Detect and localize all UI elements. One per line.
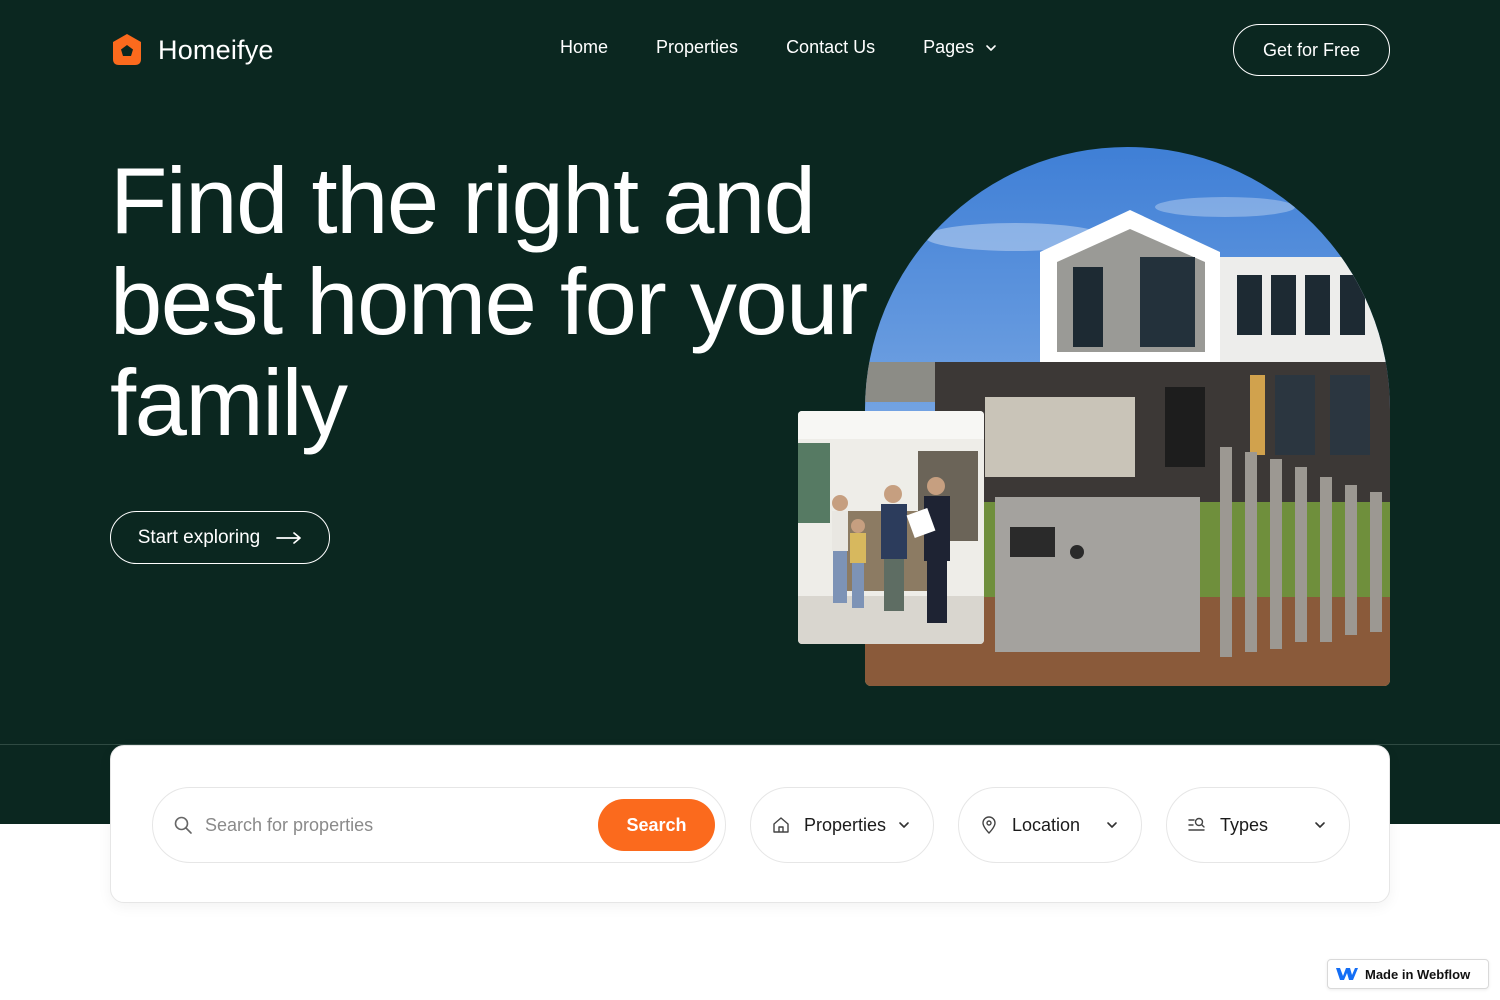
hero-headline: Find the right and best home for your fa…	[110, 148, 868, 455]
main-nav: Home Properties Contact Us Pages	[560, 37, 998, 58]
start-exploring-button[interactable]: Start exploring	[110, 511, 330, 564]
properties-dropdown-label: Properties	[804, 814, 887, 835]
properties-dropdown[interactable]: Properties	[750, 787, 934, 863]
made-in-webflow-badge[interactable]: Made in Webflow	[1327, 959, 1489, 989]
home-icon	[773, 817, 789, 833]
family-photo	[798, 411, 984, 644]
filter-search-icon	[1188, 817, 1205, 831]
location-dropdown-label: Location	[1012, 814, 1081, 835]
types-dropdown[interactable]: Types	[1166, 787, 1350, 863]
search-icon	[174, 816, 192, 834]
made-in-webflow-label: Made in Webflow	[1365, 966, 1471, 982]
brand-logo[interactable]: Homeifye	[110, 32, 274, 68]
get-for-free-button[interactable]: Get for Free	[1233, 24, 1390, 76]
location-dropdown[interactable]: Location	[958, 787, 1142, 863]
search-input[interactable]	[205, 808, 585, 842]
chevron-down-icon	[1107, 822, 1117, 828]
nav-home[interactable]: Home	[560, 37, 608, 58]
webflow-logo-icon	[1336, 968, 1358, 980]
nav-pages-label: Pages	[923, 37, 975, 57]
start-exploring-label: Start exploring	[137, 526, 261, 548]
chevron-down-icon	[986, 44, 996, 51]
nav-pages[interactable]: Pages	[923, 37, 998, 58]
arrow-right-icon	[276, 531, 302, 544]
property-search-panel: Search Properties Location Types	[110, 745, 1390, 903]
chevron-down-icon	[899, 822, 909, 828]
map-pin-icon	[982, 816, 996, 834]
nav-contact-us[interactable]: Contact Us	[786, 37, 875, 58]
search-button[interactable]: Search	[598, 799, 715, 851]
search-field-container: Search	[152, 787, 726, 863]
chevron-down-icon	[1315, 822, 1325, 828]
brand-name: Homeifye	[158, 34, 274, 65]
nav-properties[interactable]: Properties	[656, 37, 738, 58]
logo-house-icon	[113, 34, 141, 65]
types-dropdown-label: Types	[1220, 814, 1269, 835]
hero-section: Homeifye Home Properties Contact Us Page…	[0, 0, 1500, 824]
